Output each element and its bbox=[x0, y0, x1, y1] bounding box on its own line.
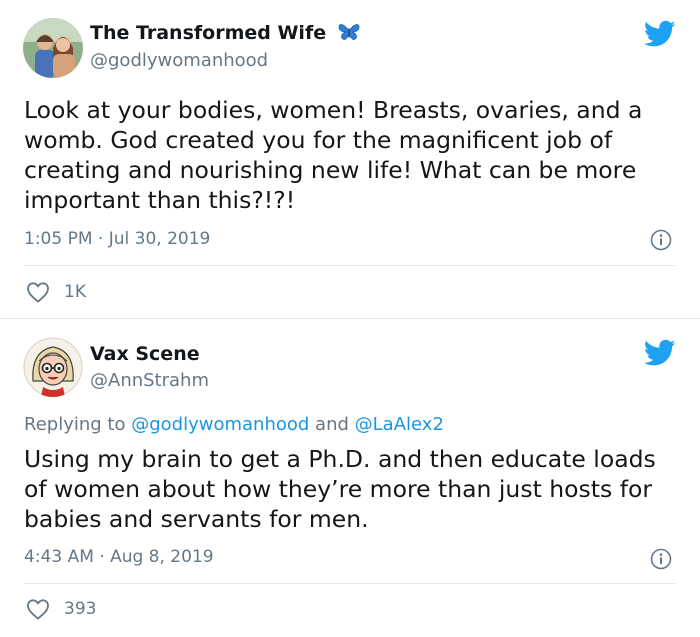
info-icon[interactable] bbox=[650, 548, 672, 570]
replying-and: and bbox=[315, 414, 349, 435]
author-handle[interactable]: @AnnStrahm bbox=[90, 370, 209, 391]
tweet-card: Vax Scene @AnnStrahm Replying to @godlyw… bbox=[0, 318, 700, 637]
avatar[interactable] bbox=[23, 337, 83, 397]
heart-icon bbox=[27, 282, 49, 303]
replying-to: Replying to @godlywomanhood and @LaAlex2 bbox=[24, 414, 444, 435]
author-name[interactable]: The Transformed Wife bbox=[90, 22, 361, 47]
butterfly-icon bbox=[337, 22, 361, 47]
like-button[interactable]: 393 bbox=[26, 596, 96, 622]
heart-icon bbox=[27, 599, 49, 620]
tweet-card: The Transformed Wife @godlywomanhood Loo… bbox=[0, 0, 700, 318]
twitter-bird-icon[interactable] bbox=[643, 339, 676, 367]
info-icon[interactable] bbox=[650, 229, 672, 251]
like-count: 393 bbox=[64, 599, 97, 619]
author-name-text[interactable]: The Transformed Wife bbox=[90, 22, 326, 44]
divider bbox=[24, 265, 676, 266]
tweet-text: Look at your bodies, women! Breasts, ova… bbox=[24, 96, 643, 214]
mention-link[interactable]: @LaAlex2 bbox=[355, 414, 444, 435]
like-button[interactable]: 1K bbox=[26, 279, 86, 305]
twitter-bird-icon[interactable] bbox=[643, 20, 676, 48]
replying-prefix: Replying to bbox=[24, 414, 126, 435]
mention-link[interactable]: @godlywomanhood bbox=[131, 414, 309, 435]
tweet-timestamp[interactable]: 1:05 PM · Jul 30, 2019 bbox=[24, 229, 210, 249]
tweet-timestamp[interactable]: 4:43 AM · Aug 8, 2019 bbox=[24, 547, 214, 567]
divider bbox=[24, 583, 676, 584]
like-count: 1K bbox=[64, 282, 86, 302]
author-handle[interactable]: @godlywomanhood bbox=[90, 50, 268, 71]
tweet-text: Using my brain to get a Ph.D. and then e… bbox=[24, 445, 656, 533]
avatar[interactable] bbox=[23, 18, 83, 78]
author-name[interactable]: Vax Scene bbox=[90, 343, 200, 365]
